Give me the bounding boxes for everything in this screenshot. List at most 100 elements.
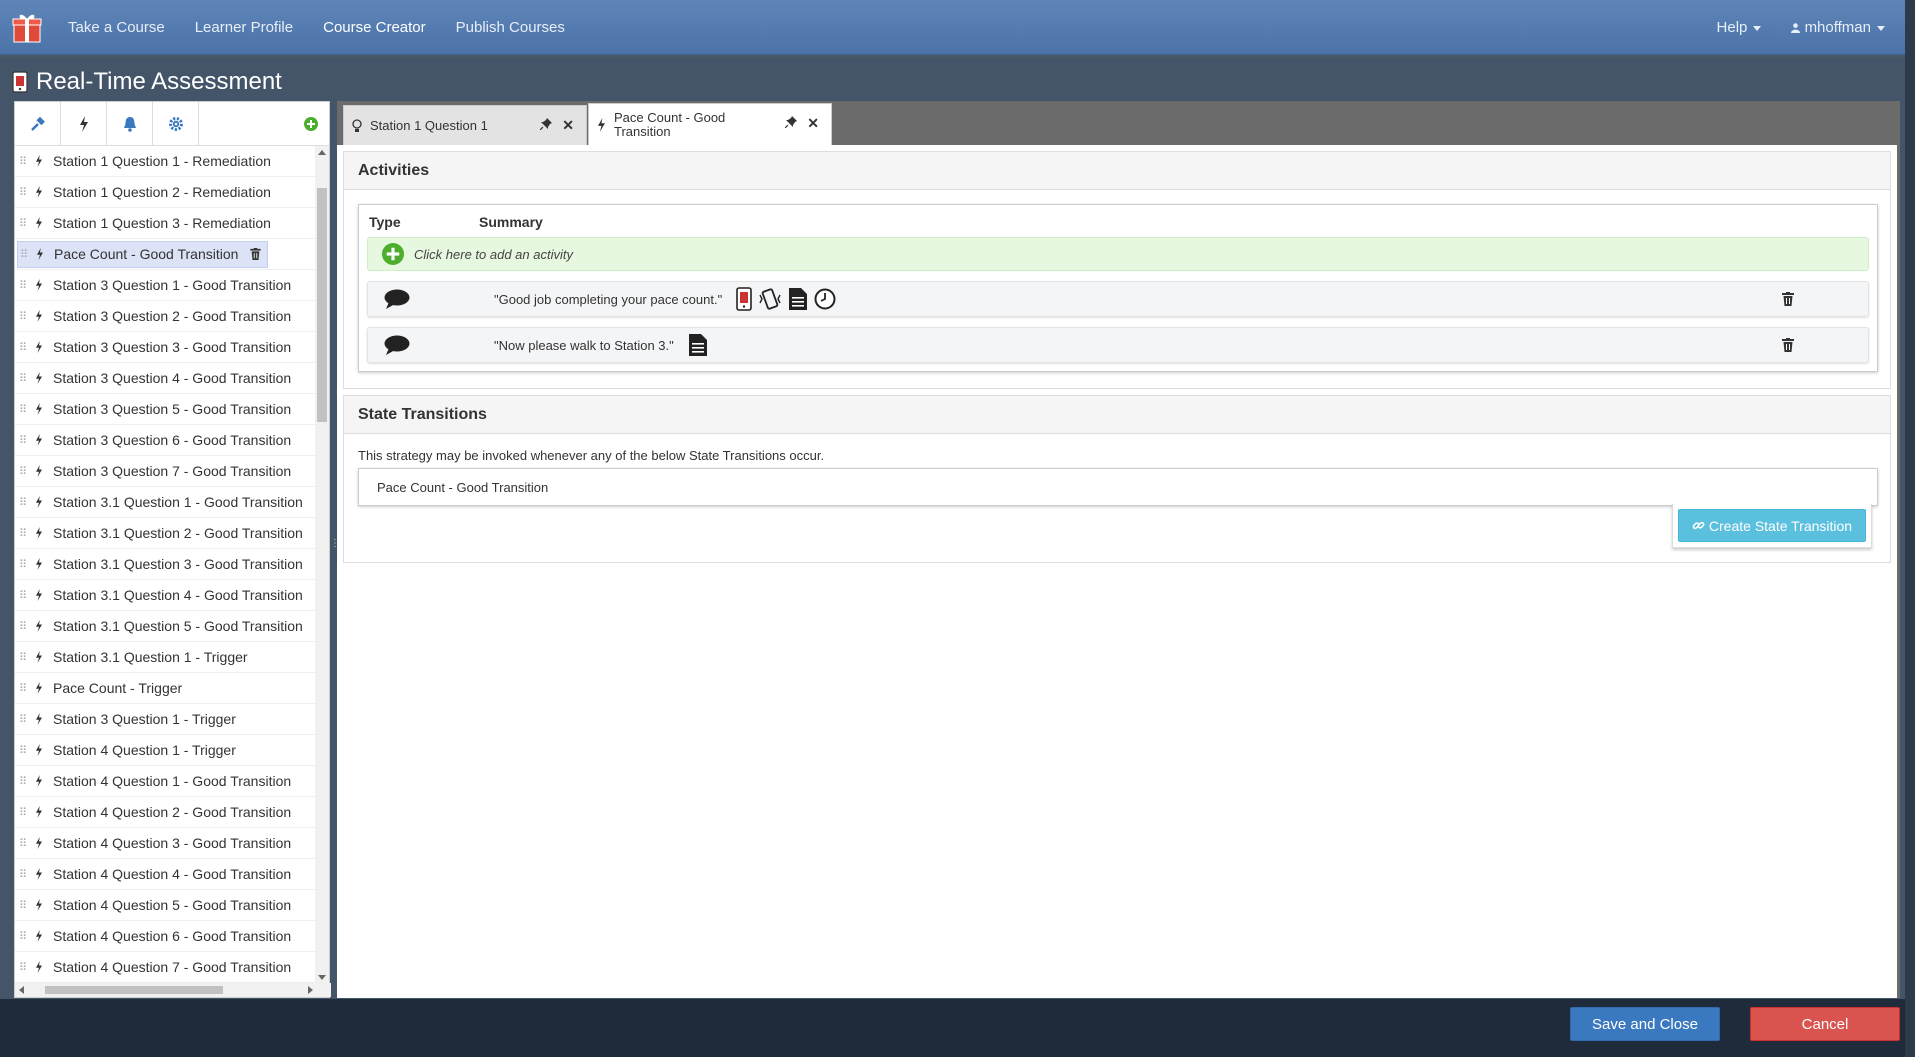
vertical-scrollbar[interactable] bbox=[315, 146, 329, 984]
add-activity-button[interactable]: Click here to add an activity bbox=[367, 237, 1869, 271]
sidebar-item[interactable]: ⠿ Station 1 Question 3 - Remediation bbox=[15, 208, 315, 239]
sidebar-item[interactable]: ⠿ Station 3 Question 2 - Good Transition bbox=[15, 301, 315, 332]
nav-publish-courses[interactable]: Publish Courses bbox=[456, 19, 565, 36]
tab-station-1-question-1[interactable]: Station 1 Question 1 ✕ bbox=[343, 105, 587, 145]
scroll-thumb[interactable] bbox=[317, 188, 327, 422]
gift-logo-icon[interactable] bbox=[10, 10, 44, 44]
hscroll-thumb[interactable] bbox=[45, 986, 223, 994]
scroll-up-icon[interactable] bbox=[318, 150, 326, 155]
sidebar-item[interactable]: ⠿ Station 3 Question 5 - Good Transition bbox=[15, 394, 315, 425]
drag-handle-icon[interactable]: ⠿ bbox=[19, 155, 31, 168]
add-strategy-button[interactable] bbox=[293, 102, 329, 146]
drag-handle-icon[interactable]: ⠿ bbox=[19, 403, 31, 416]
sidebar-item[interactable]: ⠿ Station 3 Question 4 - Good Transition bbox=[15, 363, 315, 394]
sidebar-item[interactable]: ⠿ Station 4 Question 4 - Good Transition bbox=[15, 859, 315, 890]
sidebar-item[interactable]: ⠿ Station 3 Question 7 - Good Transition bbox=[15, 456, 315, 487]
nav-take-a-course[interactable]: Take a Course bbox=[68, 19, 165, 36]
drag-handle-icon[interactable]: ⠿ bbox=[19, 589, 31, 602]
sidebar-item-label: Station 4 Question 4 - Good Transition bbox=[53, 866, 292, 882]
scroll-right-icon[interactable] bbox=[308, 986, 313, 994]
drag-handle-icon[interactable]: ⠿ bbox=[19, 465, 31, 478]
sidebar-item[interactable]: ⠿ Station 4 Question 6 - Good Transition bbox=[15, 921, 315, 952]
drag-handle-icon[interactable]: ⠿ bbox=[19, 527, 31, 540]
drag-handle-icon[interactable]: ⠿ bbox=[19, 434, 31, 447]
drag-handle-icon[interactable]: ⠿ bbox=[19, 651, 31, 664]
drag-handle-icon[interactable]: ⠿ bbox=[19, 341, 31, 354]
drag-handle-icon[interactable]: ⠿ bbox=[19, 837, 31, 850]
nav-learner-profile[interactable]: Learner Profile bbox=[195, 19, 293, 36]
nav-course-creator[interactable]: Course Creator bbox=[323, 19, 426, 36]
drag-handle-icon[interactable]: ⠿ bbox=[19, 279, 31, 292]
sidebar-item[interactable]: ⠿ Station 1 Question 2 - Remediation bbox=[15, 177, 315, 208]
sidebar-item[interactable]: ⠿ Station 3.1 Question 1 - Good Transitio… bbox=[15, 487, 315, 518]
drag-handle-icon[interactable]: ⠿ bbox=[19, 899, 31, 912]
sidebar-item[interactable]: ⠿ Station 3 Question 1 - Good Transition bbox=[15, 270, 315, 301]
drag-handle-icon[interactable]: ⠿ bbox=[19, 930, 31, 943]
drag-handle-icon[interactable]: ⠿ bbox=[19, 961, 31, 974]
pin-icon[interactable] bbox=[785, 116, 797, 128]
sidebar-item[interactable]: ⠿ Pace Count - Good Transition bbox=[15, 239, 315, 270]
drag-handle-icon[interactable]: ⠿ bbox=[19, 558, 31, 571]
trash-icon[interactable] bbox=[1782, 292, 1794, 306]
sidebar-item-label: Pace Count - Trigger bbox=[53, 680, 183, 696]
tab-pace-count-good-transition[interactable]: Pace Count - Good Transition ✕ bbox=[588, 103, 832, 145]
sidebar-item[interactable]: ⠿ Station 3.1 Question 2 - Good Transitio… bbox=[15, 518, 315, 549]
drag-handle-icon[interactable]: ⠿ bbox=[19, 310, 31, 323]
drag-handle-icon[interactable]: ⠿ bbox=[19, 868, 31, 881]
sidebar-item[interactable]: ⠿ Station 3.1 Question 5 - Good Transitio… bbox=[15, 611, 315, 642]
trash-icon[interactable] bbox=[1782, 338, 1794, 352]
state-transition-item[interactable]: Pace Count - Good Transition bbox=[358, 468, 1878, 506]
sidebar-item[interactable]: ⠿ Station 3.1 Question 1 - Trigger bbox=[15, 642, 315, 673]
drag-handle-icon[interactable]: ⠿ bbox=[19, 682, 31, 695]
tool-bell[interactable] bbox=[107, 101, 153, 146]
drag-handle-icon[interactable]: ⠿ bbox=[19, 620, 31, 633]
sidebar-item[interactable]: ⠿ Station 3 Question 3 - Good Transition bbox=[15, 332, 315, 363]
pin-icon[interactable] bbox=[540, 118, 552, 130]
drag-handle-icon[interactable]: ⠿ bbox=[19, 713, 31, 726]
activity-row[interactable]: "Good job completing your pace count." bbox=[367, 281, 1869, 317]
sidebar-item[interactable]: ⠿ Station 1 Question 1 - Remediation bbox=[15, 146, 315, 177]
activity-row[interactable]: "Now please walk to Station 3." bbox=[367, 327, 1869, 363]
user-menu[interactable]: mhoffman bbox=[1791, 19, 1885, 36]
drag-handle-icon[interactable]: ⠿ bbox=[19, 372, 31, 385]
save-and-close-button[interactable]: Save and Close bbox=[1570, 1007, 1720, 1041]
activities-header-row: Type Summary bbox=[367, 209, 1869, 235]
sidebar-item[interactable]: ⠿ Pace Count - Trigger bbox=[15, 673, 315, 704]
scroll-down-icon[interactable] bbox=[318, 975, 326, 980]
sidebar-item[interactable]: ⠿ Station 4 Question 2 - Good Transition bbox=[15, 797, 315, 828]
horizontal-scrollbar[interactable] bbox=[15, 983, 331, 997]
sidebar-item-label: Station 3.1 Question 1 - Good Transition bbox=[53, 494, 303, 510]
drag-handle-icon[interactable]: ⠿ bbox=[19, 806, 31, 819]
sidebar-item[interactable]: ⠿ Station 3 Question 1 - Trigger bbox=[15, 704, 315, 735]
cancel-button[interactable]: Cancel bbox=[1750, 1007, 1900, 1041]
sidebar-item[interactable]: ⠿ Station 4 Question 1 - Good Transition bbox=[15, 766, 315, 797]
scroll-left-icon[interactable] bbox=[19, 986, 24, 994]
sidebar-item[interactable]: ⠿ Station 3.1 Question 3 - Good Transitio… bbox=[15, 549, 315, 580]
drag-handle-icon[interactable]: ⠿ bbox=[20, 248, 32, 261]
sidebar-item[interactable]: ⠿ Station 3.1 Question 4 - Good Transitio… bbox=[15, 580, 315, 611]
bolt-icon bbox=[36, 837, 42, 849]
sidebar-item[interactable]: ⠿ Station 4 Question 5 - Good Transition bbox=[15, 890, 315, 921]
drag-handle-icon[interactable]: ⠿ bbox=[19, 496, 31, 509]
sidebar-item[interactable]: ⠿ Station 4 Question 1 - Trigger bbox=[15, 735, 315, 766]
sidebar-item-label: Station 4 Question 3 - Good Transition bbox=[53, 835, 292, 851]
splitter-handle[interactable]: ⋮ bbox=[330, 538, 340, 558]
sidebar-item[interactable]: ⠿ Station 3 Question 6 - Good Transition bbox=[15, 425, 315, 456]
tool-bolt[interactable] bbox=[61, 101, 107, 146]
sidebar-item[interactable]: ⠿ Station 4 Question 3 - Good Transition bbox=[15, 828, 315, 859]
close-icon[interactable]: ✕ bbox=[807, 115, 819, 132]
drag-handle-icon[interactable]: ⠿ bbox=[19, 775, 31, 788]
create-state-transition-button[interactable]: Create State Transition bbox=[1678, 509, 1866, 542]
activity-summary: "Good job completing your pace count." bbox=[494, 291, 723, 307]
trash-icon[interactable] bbox=[250, 248, 262, 260]
tool-wrench[interactable] bbox=[15, 101, 61, 146]
bolt-icon bbox=[37, 248, 43, 260]
sidebar-item[interactable]: ⠿ Station 4 Question 7 - Good Transition bbox=[15, 952, 315, 983]
drag-handle-icon[interactable]: ⠿ bbox=[19, 217, 31, 230]
drag-handle-icon[interactable]: ⠿ bbox=[19, 744, 31, 757]
drag-handle-icon[interactable]: ⠿ bbox=[19, 186, 31, 199]
bolt-icon bbox=[36, 713, 42, 725]
tool-gear[interactable] bbox=[153, 101, 199, 146]
help-menu[interactable]: Help bbox=[1717, 19, 1762, 36]
close-icon[interactable]: ✕ bbox=[562, 117, 574, 134]
